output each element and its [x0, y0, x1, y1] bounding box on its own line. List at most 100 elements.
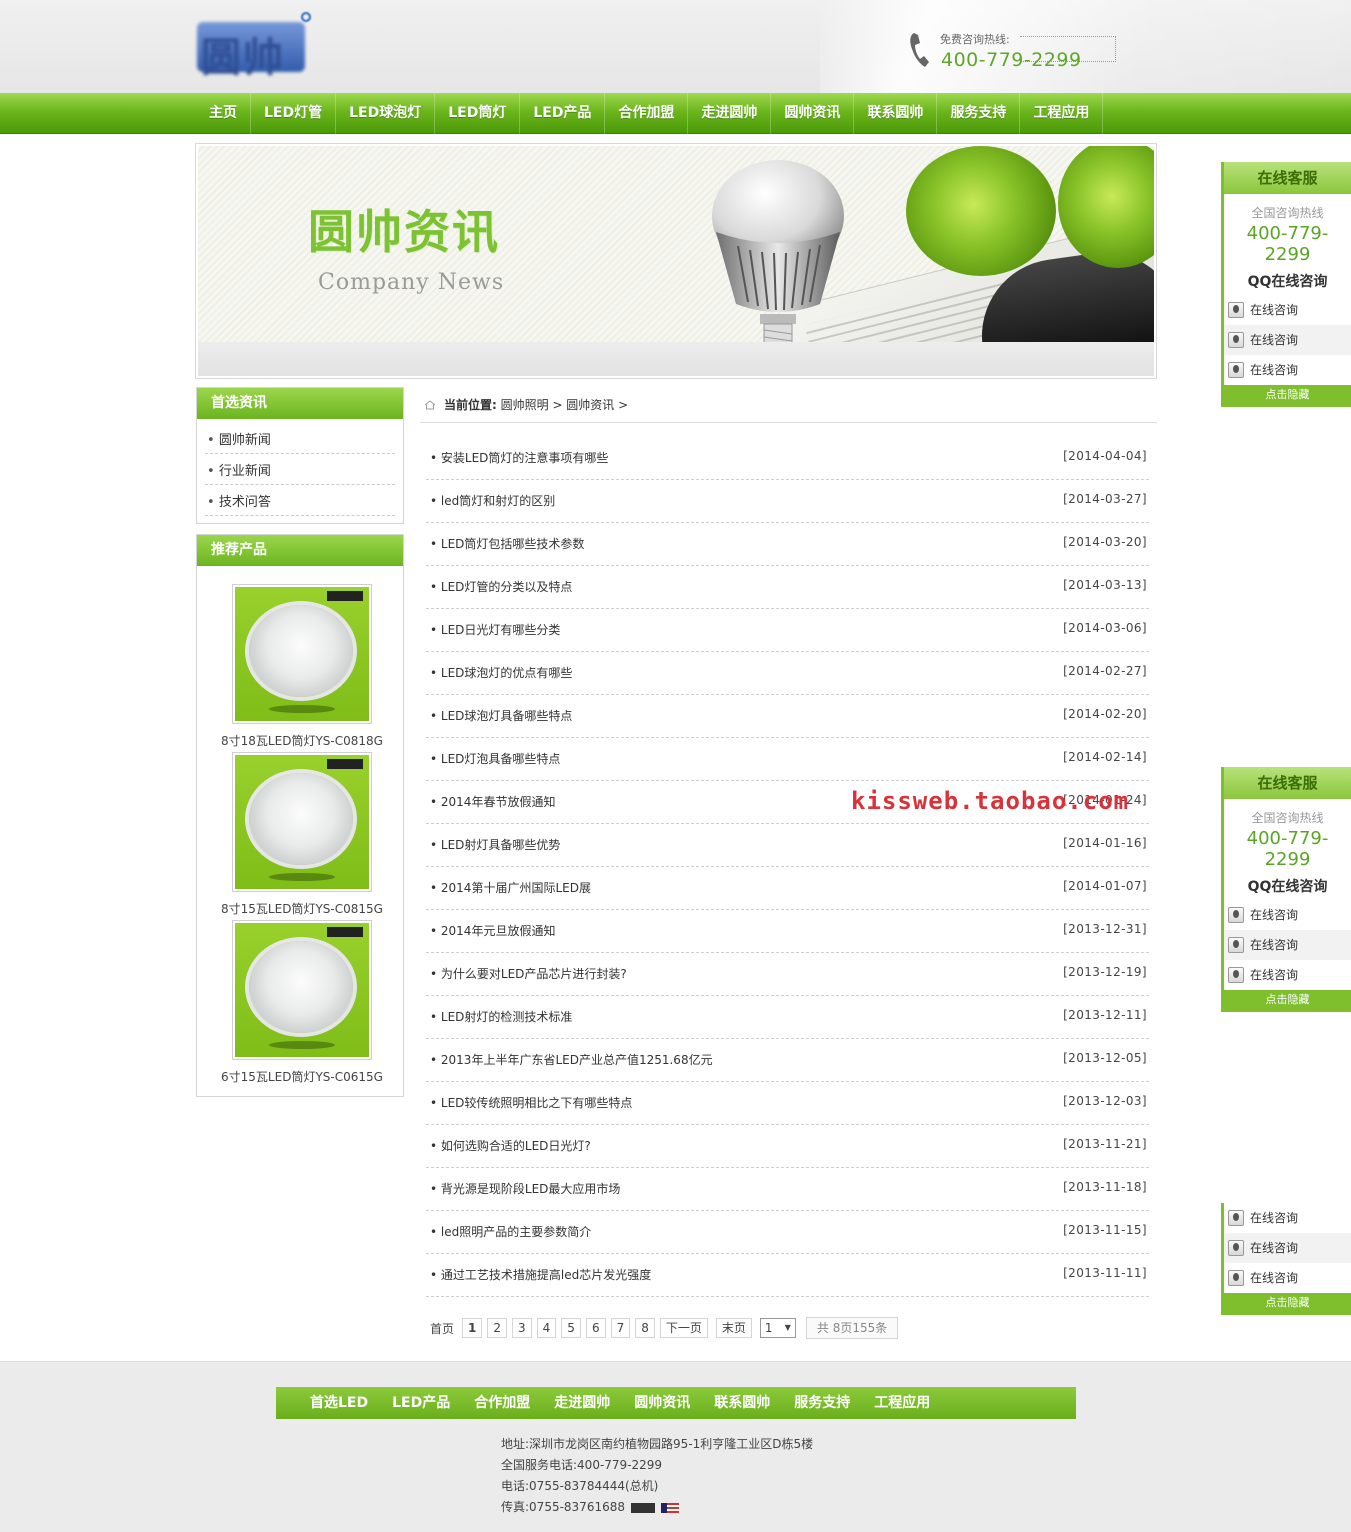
- news-row: LED球泡灯的优点有哪些 [2014-02-27]: [426, 652, 1149, 695]
- news-title-link[interactable]: LED球泡灯具备哪些特点: [430, 707, 573, 724]
- downlight-icon: [235, 923, 369, 1057]
- footer-nav-item[interactable]: 合作加盟: [462, 1387, 542, 1419]
- news-title-link[interactable]: 2014年元旦放假通知: [430, 922, 556, 939]
- news-title-link[interactable]: 2014第十届广州国际LED展: [430, 879, 591, 896]
- news-title-link[interactable]: 为什么要对LED产品芯片进行封装?: [430, 965, 627, 982]
- footer-phone: 电话:0755-83784444(总机): [501, 1479, 659, 1493]
- news-title-link[interactable]: 2014年春节放假通知: [430, 793, 556, 810]
- product-image[interactable]: [232, 752, 372, 892]
- news-title-link[interactable]: 背光源是现阶段LED最大应用市场: [430, 1180, 621, 1197]
- hotline-label: 免费咨询热线:: [940, 33, 1010, 46]
- nav-item[interactable]: LED产品: [520, 93, 606, 134]
- news-category-link[interactable]: 圆帅新闻: [205, 423, 395, 454]
- nav-item[interactable]: 走进圆帅: [688, 93, 772, 134]
- news-title-link[interactable]: led照明产品的主要参数简介: [430, 1223, 591, 1240]
- news-category-link[interactable]: 技术问答: [205, 485, 395, 516]
- qq-consult-button[interactable]: 在线咨询: [1224, 355, 1351, 385]
- logo-registered-icon: [301, 12, 311, 22]
- product-card[interactable]: 6寸15瓦LED筒灯YS-C0615G: [219, 920, 385, 1085]
- service-qq-title: QQ在线咨询: [1247, 274, 1328, 290]
- qq-consult-label: 在线咨询: [1250, 333, 1299, 347]
- led-bulb-icon: [712, 160, 844, 354]
- cnzz-stat-icon[interactable]: [631, 1502, 655, 1513]
- service-hide-button[interactable]: 点击隐藏: [1224, 385, 1351, 404]
- nav-item[interactable]: 联系圆帅: [854, 93, 938, 134]
- qq-consult-label: 在线咨询: [1250, 303, 1299, 317]
- footer-nav-item[interactable]: 圆帅资讯: [622, 1387, 702, 1419]
- news-title-link[interactable]: LED灯泡具备哪些特点: [430, 750, 561, 767]
- news-title-link[interactable]: LED射灯具备哪些优势: [430, 836, 561, 853]
- news-title-link[interactable]: LED筒灯包括哪些技术参数: [430, 535, 585, 552]
- service-consult-list: 在线咨询 在线咨询 在线咨询: [1224, 900, 1351, 990]
- recommended-products-title: 推荐产品: [197, 535, 403, 566]
- footer-nav-item[interactable]: 走进圆帅: [542, 1387, 622, 1419]
- qq-consult-button[interactable]: 在线咨询: [1224, 1203, 1351, 1233]
- nav-item[interactable]: LED筒灯: [435, 93, 521, 134]
- watermark-text: kissweb.taobao.com: [851, 787, 1130, 815]
- breadcrumb-path[interactable]: 圆帅照明 > 圆帅资讯 >: [497, 398, 629, 412]
- product-card[interactable]: 8寸18瓦LED筒灯YS-C0818G: [219, 584, 385, 749]
- qq-consult-button[interactable]: 在线咨询: [1224, 1263, 1351, 1293]
- qq-consult-button[interactable]: 在线咨询: [1224, 1233, 1351, 1263]
- news-title-link[interactable]: 如何选购合适的LED日光灯?: [430, 1137, 591, 1154]
- news-title-link[interactable]: 2013年上半年广东省LED产业总产值1251.68亿元: [430, 1051, 713, 1068]
- nav-item[interactable]: 合作加盟: [605, 93, 689, 134]
- product-name[interactable]: 8寸15瓦LED筒灯YS-C0815G: [219, 900, 385, 917]
- nav-item[interactable]: 服务支持: [937, 93, 1021, 134]
- news-title-link[interactable]: LED日光灯有哪些分类: [430, 621, 561, 638]
- product-image[interactable]: [232, 584, 372, 724]
- qq-consult-button[interactable]: 在线咨询: [1224, 930, 1351, 960]
- pager-pages: 12345678: [462, 1318, 660, 1338]
- pager-page-1[interactable]: 1: [462, 1318, 483, 1338]
- footer-nav-item[interactable]: 联系圆帅: [702, 1387, 782, 1419]
- product-card[interactable]: 8寸15瓦LED筒灯YS-C0815G: [219, 752, 385, 917]
- site-footer: 首选LED LED产品 合作加盟 走进圆帅 圆帅资讯 联系圆帅 服务支持 工程应用 地址:深圳…: [0, 1361, 1351, 1532]
- footer-service-phone: 全国服务电话:400-779-2299: [501, 1458, 663, 1472]
- footer-nav-item[interactable]: LED产品: [380, 1387, 462, 1419]
- nav-item[interactable]: LED灯管: [251, 93, 337, 134]
- main-nav: 主页 LED灯管 LED球泡灯 LED筒灯 LED产品 合作加盟 走进圆帅 圆帅资讯 联系圆帅服…: [0, 93, 1351, 134]
- nav-item[interactable]: LED球泡灯: [336, 93, 436, 134]
- news-date: [2013-12-19]: [1063, 965, 1147, 979]
- qq-consult-button[interactable]: 在线咨询: [1224, 325, 1351, 355]
- qq-consult-button[interactable]: 在线咨询: [1224, 960, 1351, 990]
- site-logo[interactable]: 圆帅: [197, 12, 337, 81]
- product-name[interactable]: 6寸15瓦LED筒灯YS-C0615G: [219, 1068, 385, 1085]
- breadcrumb: 当前位置: 圆帅照明 > 圆帅资讯 >: [420, 389, 1157, 423]
- main-nav-items: 主页 LED灯管 LED球泡灯 LED筒灯 LED产品 合作加盟 走进圆帅 圆帅资讯 联系圆帅服…: [196, 93, 1104, 134]
- footer-nav-item[interactable]: 服务支持: [782, 1387, 862, 1419]
- news-row: LED灯泡具备哪些特点 [2014-02-14]: [426, 738, 1149, 781]
- pager-first[interactable]: 首页: [430, 1320, 454, 1337]
- pager-page-7[interactable]: 7: [610, 1318, 631, 1338]
- news-category-link[interactable]: 行业新闻: [205, 454, 395, 485]
- service-hide-button[interactable]: 点击隐藏: [1224, 990, 1351, 1009]
- news-title-link[interactable]: LED灯管的分类以及特点: [430, 578, 573, 595]
- nav-item[interactable]: 工程应用: [1020, 93, 1104, 134]
- news-title-link[interactable]: led筒灯和射灯的区别: [430, 492, 555, 509]
- pager-page-5[interactable]: 5: [561, 1318, 581, 1338]
- pager-page-2[interactable]: 2: [487, 1318, 508, 1338]
- pager-page-3[interactable]: 3: [512, 1318, 532, 1338]
- pager-page-select[interactable]: 1: [759, 1318, 796, 1338]
- nav-item[interactable]: 圆帅资讯: [771, 93, 855, 134]
- pager-page-8[interactable]: 8: [635, 1318, 655, 1338]
- news-title-link[interactable]: LED射灯的检测技术标准: [430, 1008, 573, 1025]
- news-title-link[interactable]: 安装LED筒灯的注意事项有哪些: [430, 449, 609, 466]
- news-title-link[interactable]: LED球泡灯的优点有哪些: [430, 664, 573, 681]
- service-hide-button[interactable]: 点击隐藏: [1224, 1293, 1351, 1312]
- qq-consult-button[interactable]: 在线咨询: [1224, 900, 1351, 930]
- footer-nav-item[interactable]: 工程应用: [862, 1387, 942, 1419]
- news-title-link[interactable]: 通过工艺技术措施提高led芯片发光强度: [430, 1266, 651, 1283]
- nav-item[interactable]: 主页: [196, 93, 251, 134]
- qq-consult-button[interactable]: 在线咨询: [1224, 295, 1351, 325]
- pager-page-6[interactable]: 6: [585, 1318, 606, 1338]
- footer-nav-item[interactable]: 首选LED: [298, 1387, 380, 1419]
- pager-last[interactable]: 末页: [715, 1318, 752, 1338]
- product-image[interactable]: [232, 920, 372, 1060]
- pager-next[interactable]: 下一页: [659, 1318, 708, 1338]
- downlight-lens: [249, 605, 353, 697]
- news-title-link[interactable]: LED较传统照明相比之下有哪些特点: [430, 1094, 633, 1111]
- pager-page-4[interactable]: 4: [536, 1318, 557, 1338]
- logo-mark: 圆帅: [197, 22, 305, 81]
- product-name[interactable]: 8寸18瓦LED筒灯YS-C0818G: [219, 732, 385, 749]
